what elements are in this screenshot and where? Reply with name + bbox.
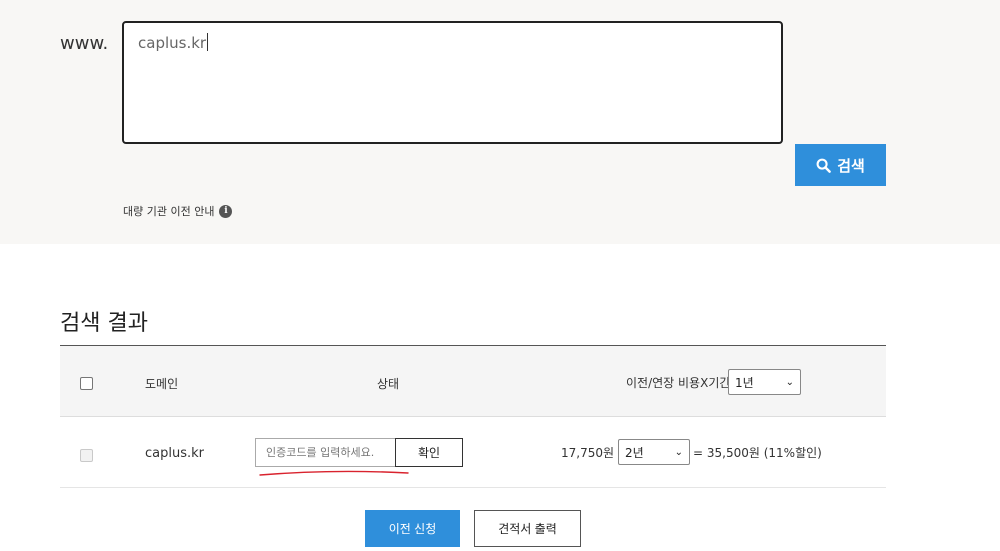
search-panel: www. caplus.kr 검색 대량 기관 이전 안내 i — [0, 0, 1000, 244]
results-title: 검색 결과 — [60, 311, 148, 336]
header-period-select[interactable]: 1년 ⌄ — [728, 369, 801, 395]
info-icon[interactable]: i — [219, 204, 233, 218]
row-checkbox[interactable] — [80, 449, 93, 462]
table-row: caplus.kr 17,750원 x 2년 ⌄ = 35,500원 (11%할… — [60, 418, 886, 488]
domain-search-textarea[interactable]: caplus.kr — [122, 21, 783, 144]
auth-code-input[interactable] — [255, 438, 396, 467]
text-caret — [207, 33, 209, 51]
row-price-total: = 35,500원 (11%할인) — [693, 446, 822, 460]
header-cost-period: 이전/연장 비용X기간: — [626, 376, 735, 390]
header-period-select-value: 1년 — [735, 375, 754, 390]
results-table-header: 도메인 상태 이전/연장 비용X기간: 1년 ⌄ — [60, 346, 886, 417]
header-status: 상태 — [377, 377, 400, 391]
www-prefix: www. — [60, 33, 109, 54]
transfer-request-button[interactable]: 이전 신청 — [365, 510, 460, 547]
annotation-underline — [259, 470, 409, 476]
chevron-down-icon: ⌄ — [785, 376, 794, 388]
bulk-transfer-notice[interactable]: 대량 기관 이전 안내 i — [123, 203, 233, 219]
chevron-down-icon: ⌄ — [674, 446, 683, 458]
auth-confirm-button[interactable]: 확인 — [395, 438, 463, 467]
bulk-transfer-notice-label: 대량 기관 이전 안내 — [123, 205, 215, 218]
row-price-prefix: 17,750원 x — [561, 446, 625, 460]
row-domain: caplus.kr — [145, 446, 204, 461]
search-button-label: 검색 — [837, 156, 865, 175]
row-period-select[interactable]: 2년 ⌄ — [618, 439, 690, 465]
search-button[interactable]: 검색 — [795, 144, 886, 186]
row-period-select-value: 2년 — [625, 445, 644, 460]
domain-input-value: caplus.kr — [138, 34, 207, 52]
header-domain: 도메인 — [145, 377, 179, 391]
search-icon — [816, 158, 831, 173]
select-all-checkbox[interactable] — [80, 377, 93, 390]
print-quote-button[interactable]: 견적서 출력 — [474, 510, 581, 547]
